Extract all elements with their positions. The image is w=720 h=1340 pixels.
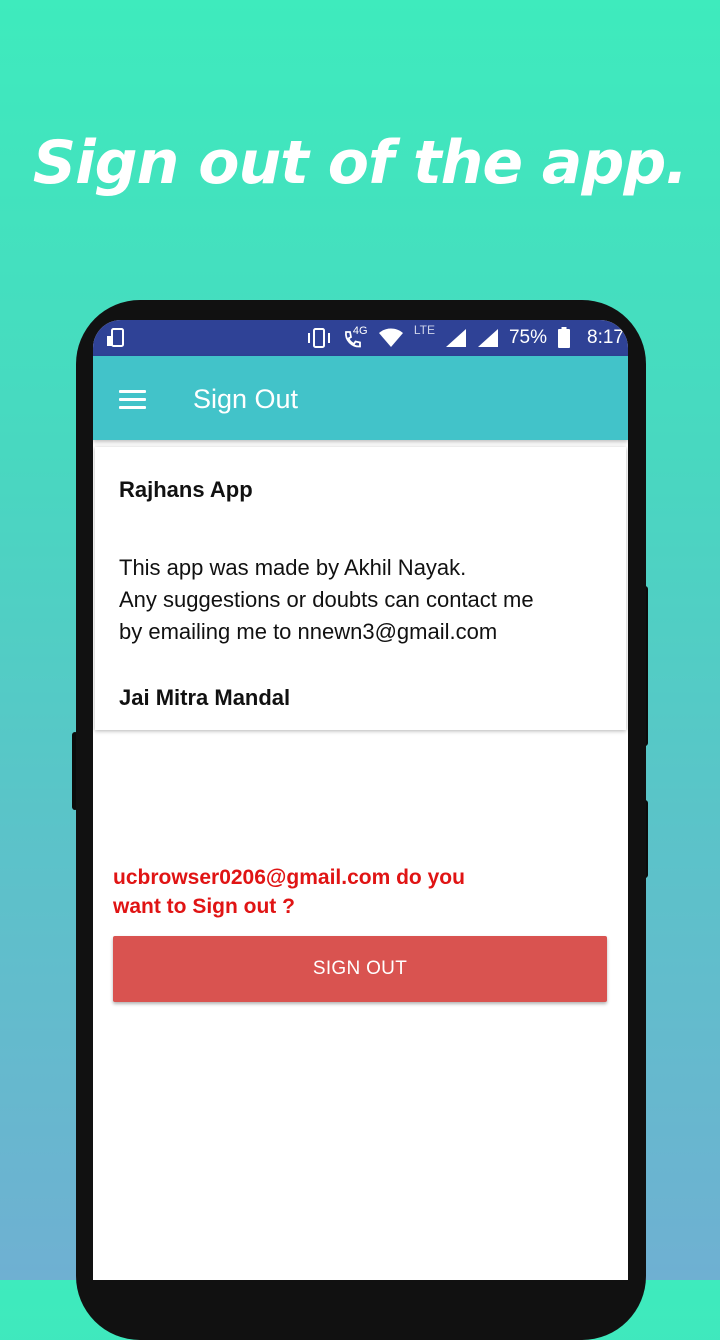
volte-call-icon: 4G [342,325,368,349]
prompt-line: ucbrowser0206@gmail.com do you [113,866,465,889]
wifi-icon [378,328,403,347]
signal-icon [445,329,466,347]
hamburger-menu-icon[interactable] [119,390,146,410]
status-bar: 4G LTE 75% 8:17 [93,320,628,356]
card-body-line: by emailing me to nnewn3@gmail.com [119,619,498,644]
promo-headline: Sign out of the app. [32,128,688,198]
app-info-card: Rajhans App This app was made by Akhil N… [95,447,626,730]
network-type-label: 4G [352,325,368,337]
sign-out-button[interactable]: SIGN OUT [113,936,607,1002]
battery-icon [558,327,571,348]
card-title: Rajhans App [119,477,253,502]
card-body-line: Any suggestions or doubts can contact me [119,587,534,612]
status-time: 8:17 [587,327,624,348]
card-footer: Jai Mitra Mandal [119,685,291,710]
card-body: This app was made by Akhil Nayak. Any su… [119,552,609,648]
screenshot-icon [107,328,124,347]
phone-screen: 4G LTE 75% 8:17 Sign Out Rajhans App Thi… [93,320,628,1280]
app-bar: Sign Out [93,356,628,440]
sign-out-prompt: ucbrowser0206@gmail.com do you want to S… [113,863,533,921]
battery-percent: 75% [508,327,548,348]
card-body-line: This app was made by Akhil Nayak. [119,555,467,580]
page-title: Sign Out [193,384,299,414]
signal-icon [477,329,498,347]
vibrate-icon [307,328,330,348]
lte-label: LTE [413,323,435,337]
prompt-line: want to Sign out ? [113,895,295,918]
status-icons: 4G LTE 75% 8:17 [306,320,624,356]
